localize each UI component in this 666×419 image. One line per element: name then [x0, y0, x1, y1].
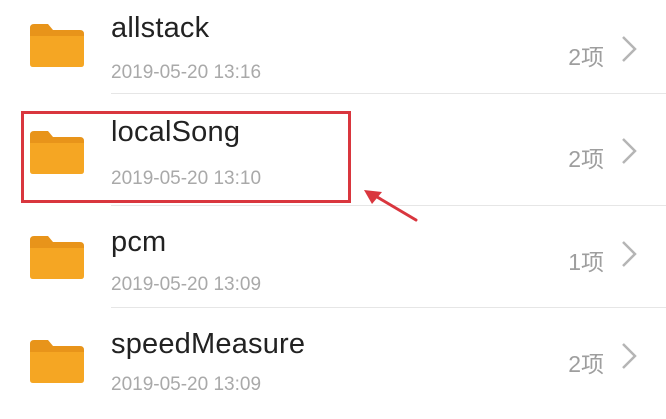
folder-item-count: 2项: [568, 146, 604, 172]
folder-date: 2019-05-20 13:09: [111, 274, 262, 295]
highlight-box: [21, 111, 351, 203]
folder-icon: [30, 340, 84, 383]
folder-row-speedmeasure[interactable]: speedMeasure 2019-05-20 13:09 2项: [0, 308, 666, 412]
folder-item-count: 2项: [568, 351, 604, 377]
chevron-right-icon: [622, 241, 637, 267]
folder-item-count: 2项: [568, 44, 604, 70]
folder-date: 2019-05-20 13:16: [111, 62, 262, 83]
chevron-right-icon: [622, 36, 637, 62]
chevron-right-icon: [622, 343, 637, 369]
folder-name: pcm: [111, 226, 167, 258]
folder-item-count: 1项: [568, 249, 604, 275]
chevron-right-icon: [622, 138, 637, 164]
folder-list: allstack 2019-05-20 13:16 2项 localSong 2…: [0, 0, 666, 419]
folder-name: allstack: [111, 12, 210, 44]
arrow-icon: [364, 190, 418, 222]
folder-row-pcm[interactable]: pcm 2019-05-20 13:09 1项: [0, 206, 666, 310]
folder-name: speedMeasure: [111, 328, 306, 360]
folder-icon: [30, 236, 84, 279]
folder-date: 2019-05-20 13:09: [111, 374, 262, 395]
file-browser: allstack 2019-05-20 13:16 2项 localSong 2…: [0, 0, 666, 419]
folder-row-allstack[interactable]: allstack 2019-05-20 13:16 2项: [0, 0, 666, 94]
folder-icon: [30, 24, 84, 67]
